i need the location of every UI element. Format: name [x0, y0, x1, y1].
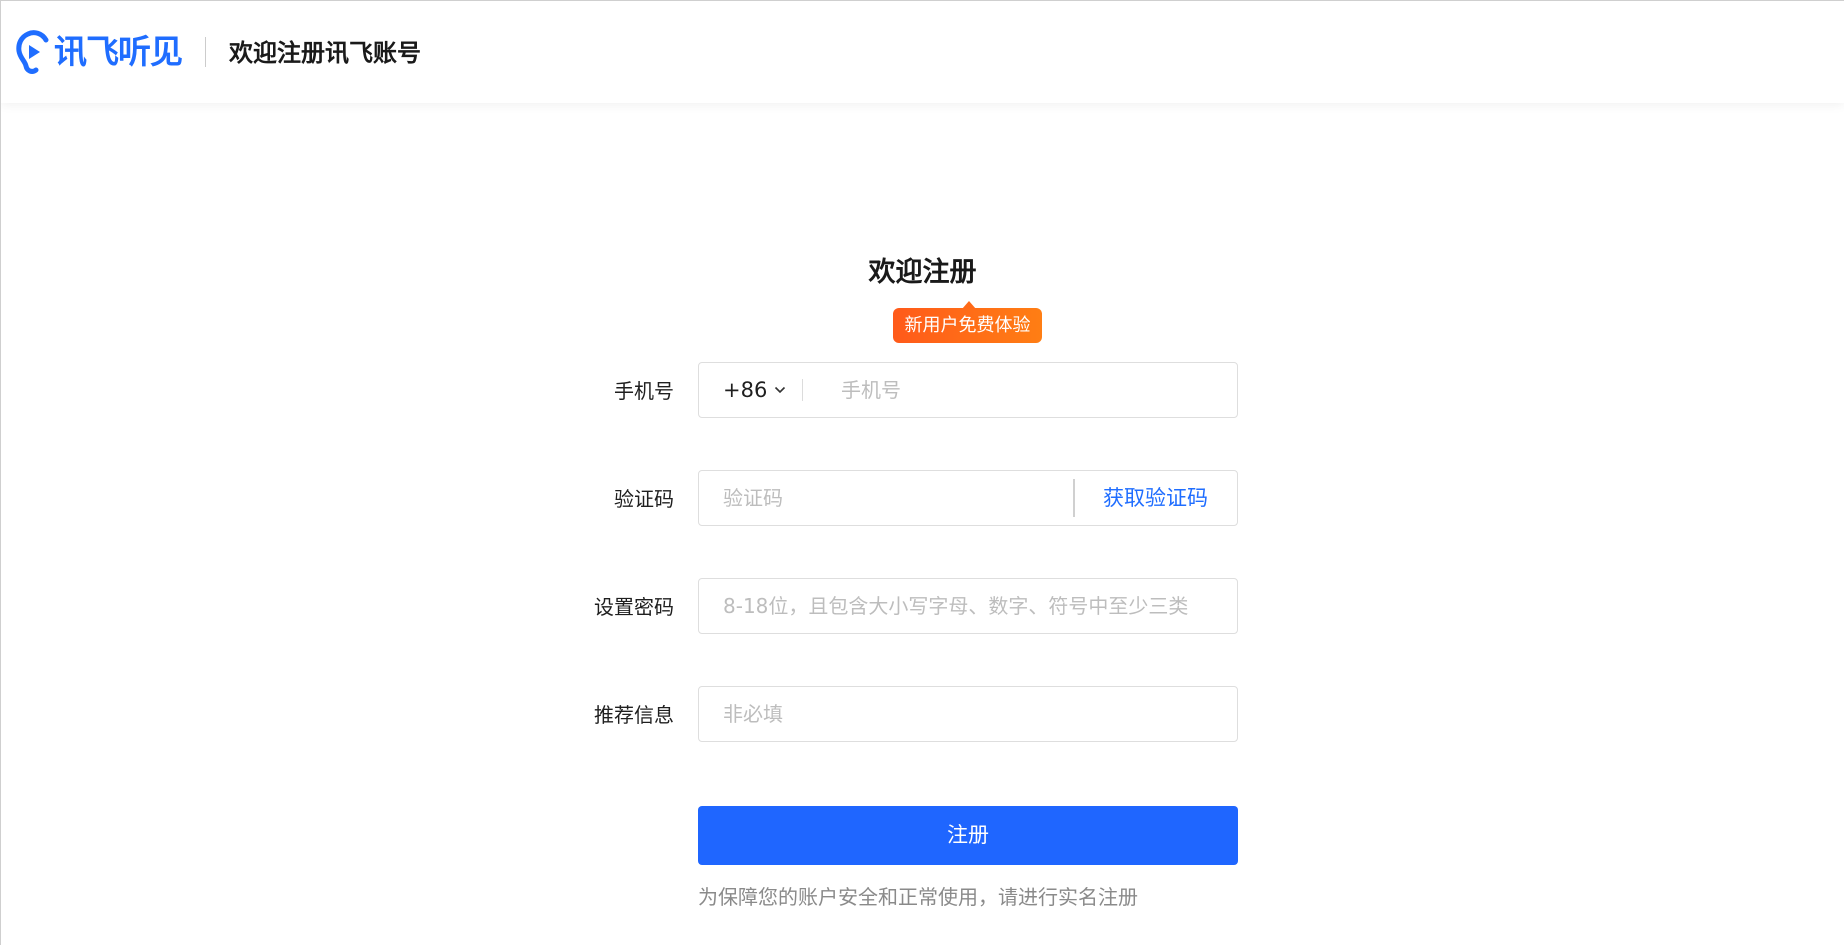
register-page: 讯飞听见 欢迎注册讯飞账号 欢迎注册 新用户免费体验 手机号 +86 验证码 获… — [0, 0, 1844, 945]
verification-code-field: 获取验证码 — [698, 470, 1238, 526]
new-user-promo-badge: 新用户免费体验 — [893, 301, 1042, 343]
country-code-value: +86 — [723, 378, 768, 402]
phone-label: 手机号 — [614, 379, 674, 403]
password-field — [698, 578, 1238, 634]
phone-input[interactable] — [841, 363, 1211, 417]
verification-code-divider — [1073, 479, 1075, 517]
chevron-down-icon — [775, 386, 786, 394]
header-title: 欢迎注册讯飞账号 — [229, 39, 421, 67]
password-label: 设置密码 — [594, 595, 674, 619]
country-code-divider — [802, 379, 803, 401]
referral-label: 推荐信息 — [594, 703, 674, 727]
brand-logo[interactable]: 讯飞听见 — [16, 29, 183, 75]
brand-logo-text: 讯飞听见 — [54, 32, 183, 71]
phone-field: +86 — [698, 362, 1238, 418]
form-heading: 欢迎注册 — [868, 257, 977, 288]
real-name-notice: 为保障您的账户安全和正常使用，请进行实名注册 — [698, 885, 1138, 909]
verification-code-label: 验证码 — [614, 487, 674, 511]
verification-code-input[interactable] — [723, 471, 1053, 525]
referral-field — [698, 686, 1238, 742]
ear-play-icon — [16, 30, 49, 74]
register-button[interactable]: 注册 — [698, 806, 1238, 865]
referral-input[interactable] — [723, 687, 1223, 741]
top-header: 讯飞听见 欢迎注册讯飞账号 — [1, 1, 1844, 103]
get-code-button[interactable]: 获取验证码 — [1103, 471, 1208, 525]
password-input[interactable] — [723, 579, 1223, 633]
header-divider — [205, 37, 206, 67]
country-code-select[interactable]: +86 — [723, 363, 786, 417]
